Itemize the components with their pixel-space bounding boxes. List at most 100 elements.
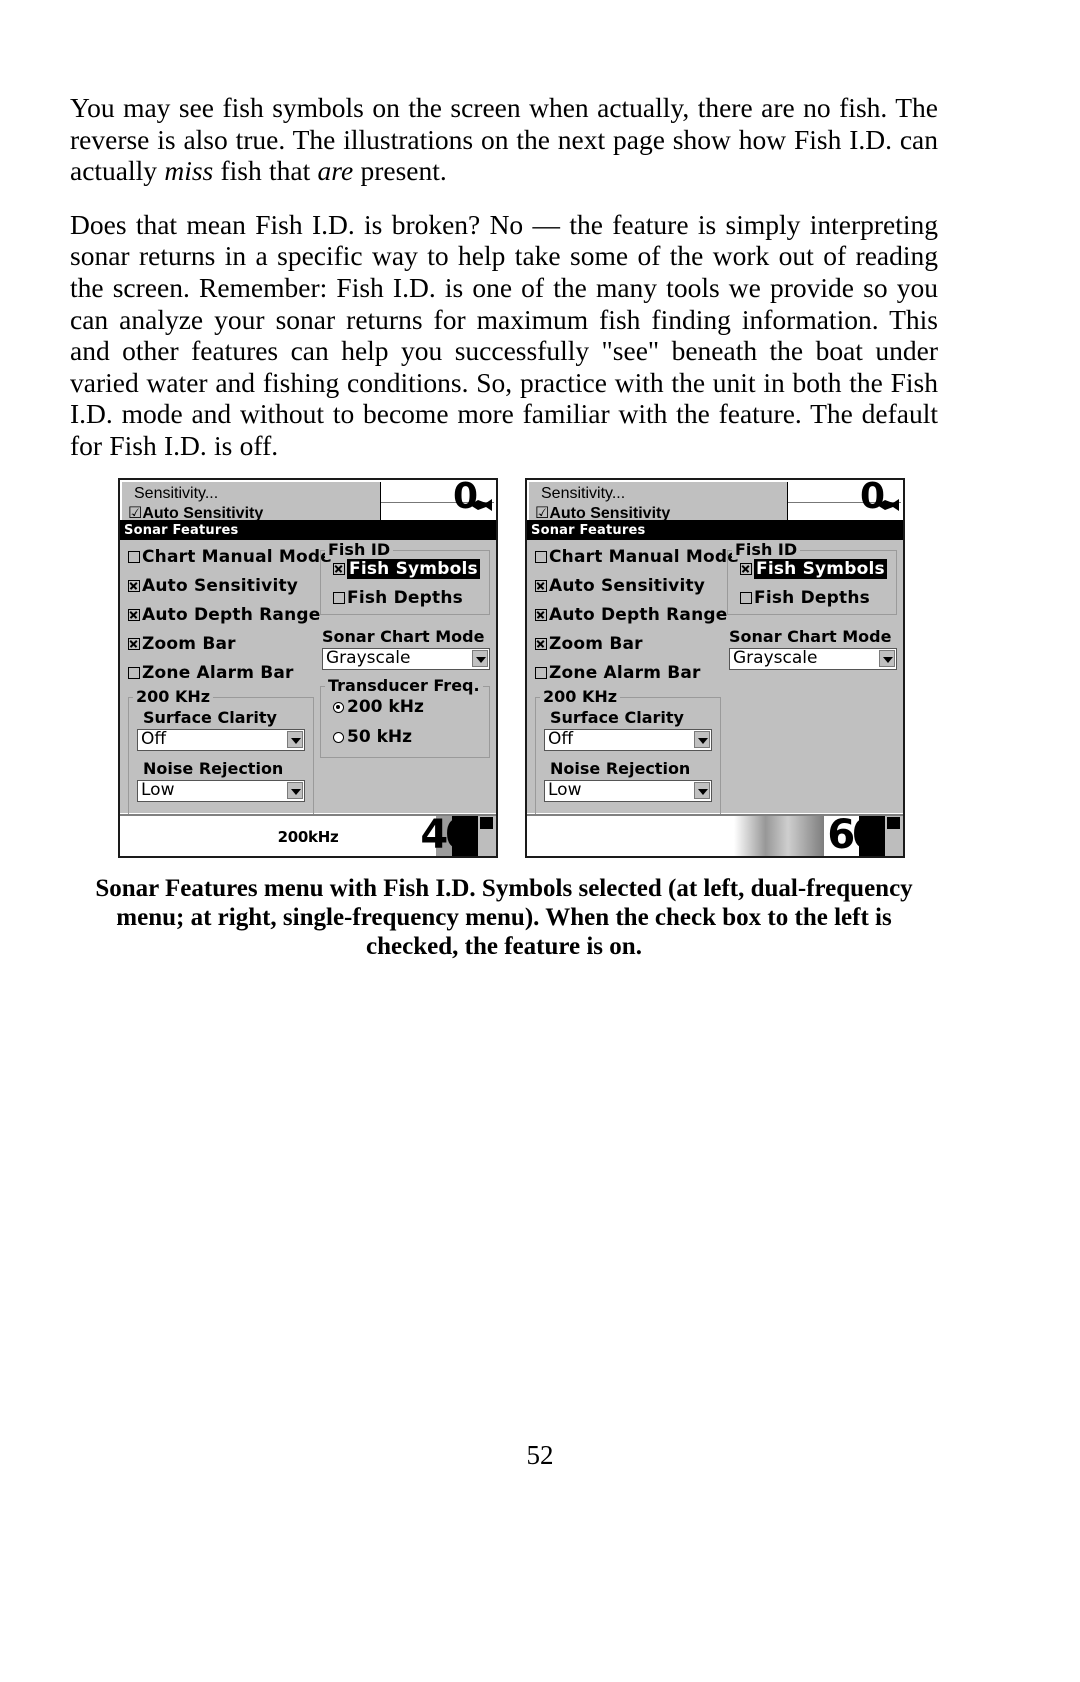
checkbox-auto-sensitivity-icon[interactable] bbox=[128, 580, 140, 592]
statusbar-right-column bbox=[885, 816, 903, 856]
document-page: You may see fish symbols on the screen w… bbox=[0, 0, 1080, 1682]
dialog-title-bar: Sonar Features bbox=[120, 521, 496, 540]
dropdown-noise-rejection[interactable]: Low bbox=[544, 780, 712, 802]
checkbox-row-fish-symbols[interactable]: Fish Symbols bbox=[740, 559, 888, 579]
chevron-down-icon[interactable] bbox=[472, 650, 488, 667]
checkbox-chart-manual-mode-icon[interactable] bbox=[128, 551, 140, 563]
paragraph-2: Does that mean Fish I.D. is broken? No —… bbox=[70, 208, 938, 461]
radio-label-50-khz: 50 kHz bbox=[347, 727, 413, 747]
background-menu-single: Sensitivity... ☑Auto Sensitivity bbox=[529, 482, 795, 525]
checkbox-row-zoom-bar[interactable]: Zoom Bar bbox=[535, 634, 721, 654]
checkbox-row-auto-sensitivity[interactable]: Auto Sensitivity bbox=[535, 576, 721, 596]
statusbar-depth-value: 40 bbox=[420, 814, 473, 856]
checkbox-row-auto-sensitivity[interactable]: Auto Sensitivity bbox=[128, 576, 314, 596]
checkbox-fish-symbols-icon[interactable] bbox=[740, 563, 752, 575]
checkbox-label-fish-depths: Fish Depths bbox=[754, 588, 870, 608]
checkbox-auto-depth-range-icon[interactable] bbox=[535, 609, 547, 621]
fish-icon bbox=[470, 499, 492, 511]
background-menu-dual: Sensitivity... ☑Auto Sensitivity bbox=[122, 482, 388, 525]
checkbox-auto-sensitivity-icon[interactable] bbox=[535, 580, 547, 592]
checkbox-label-fish-symbols: Fish Symbols bbox=[754, 559, 887, 579]
page-number: 52 bbox=[526, 1440, 554, 1470]
dialog-right-column: Fish ID Fish Symbols Fish Depths Sonar C… bbox=[727, 540, 897, 678]
checkbox-chart-manual-mode-icon[interactable] bbox=[535, 551, 547, 563]
checkbox-label-auto-depth-range: Auto Depth Range bbox=[549, 605, 728, 625]
checkbox-row-auto-depth-range[interactable]: Auto Depth Range bbox=[128, 605, 320, 625]
checkbox-zoom-bar-icon[interactable] bbox=[128, 638, 140, 650]
background-menu-item-sensitivity[interactable]: Sensitivity... bbox=[529, 482, 794, 504]
dropdown-sonar-chart-mode[interactable]: Grayscale bbox=[322, 648, 490, 670]
dropdown-noise-rejection[interactable]: Low bbox=[137, 780, 305, 802]
checkbox-fish-symbols-icon[interactable] bbox=[333, 563, 345, 575]
dropdown-value-surface-clarity: Off bbox=[548, 729, 574, 749]
checkbox-label-fish-depths: Fish Depths bbox=[347, 588, 463, 608]
chevron-down-icon[interactable] bbox=[879, 650, 895, 667]
group-title-200-khz: 200 KHz bbox=[540, 687, 621, 706]
body-text-column: You may see fish symbols on the screen w… bbox=[70, 92, 938, 462]
radio-row-50-khz[interactable]: 50 kHz bbox=[333, 727, 481, 747]
checkbox-row-zone-alarm-bar[interactable]: Zone Alarm Bar bbox=[128, 663, 314, 683]
radio-50-khz-icon[interactable] bbox=[333, 731, 344, 743]
depth-display-top-dual: 0 bbox=[380, 480, 494, 524]
chevron-down-icon[interactable] bbox=[694, 731, 710, 748]
checkbox-row-zone-alarm-bar[interactable]: Zone Alarm Bar bbox=[535, 663, 721, 683]
dropdown-value-sonar-chart-mode: Grayscale bbox=[733, 648, 818, 668]
paragraph-1-emphasis-are: are bbox=[317, 155, 354, 187]
label-noise-rejection: Noise Rejection bbox=[143, 759, 284, 778]
checkbox-auto-depth-range-icon[interactable] bbox=[128, 609, 140, 621]
figure-screenshots: Sensitivity... ☑Auto Sensitivity 0 Sonar… bbox=[70, 478, 938, 864]
group-transducer-freq: Transducer Freq. 200 kHz 50 kHz bbox=[320, 676, 490, 758]
background-menu-item-sensitivity[interactable]: Sensitivity... bbox=[122, 482, 387, 504]
checkbox-row-fish-depths[interactable]: Fish Depths bbox=[740, 588, 888, 608]
dialog-title-bar: Sonar Features bbox=[527, 521, 903, 540]
dialog-body: Chart Manual Mode Auto Sensitivity Auto … bbox=[120, 540, 496, 821]
checkbox-row-chart-manual-mode[interactable]: Chart Manual Mode bbox=[128, 547, 332, 567]
checkbox-label-auto-sensitivity: Auto Sensitivity bbox=[549, 576, 706, 596]
dialog-left-column: Chart Manual Mode Auto Sensitivity Auto … bbox=[128, 547, 332, 819]
checkbox-fish-depths-icon[interactable] bbox=[740, 592, 752, 604]
group-200-khz: 200 KHz Surface Clarity Off Noise Reject… bbox=[128, 687, 314, 819]
checkbox-fish-depths-icon[interactable] bbox=[333, 592, 345, 604]
dialog-left-column: Chart Manual Mode Auto Sensitivity Auto … bbox=[535, 547, 739, 819]
radio-label-200-khz: 200 kHz bbox=[347, 697, 424, 717]
checkbox-label-chart-manual-mode: Chart Manual Mode bbox=[142, 547, 332, 567]
statusbar-depth-value: 60 bbox=[827, 814, 880, 856]
label-sonar-chart-mode: Sonar Chart Mode bbox=[729, 627, 892, 646]
radio-row-200-khz[interactable]: 200 kHz bbox=[333, 697, 481, 717]
checkbox-label-zone-alarm-bar: Zone Alarm Bar bbox=[142, 663, 294, 683]
checkbox-row-fish-depths[interactable]: Fish Depths bbox=[333, 588, 481, 608]
checkbox-label-zoom-bar: Zoom Bar bbox=[142, 634, 236, 654]
dropdown-sonar-chart-mode[interactable]: Grayscale bbox=[729, 648, 897, 670]
dialog-body: Chart Manual Mode Auto Sensitivity Auto … bbox=[527, 540, 903, 821]
label-surface-clarity: Surface Clarity bbox=[550, 708, 684, 727]
checkbox-label-fish-symbols: Fish Symbols bbox=[347, 559, 480, 579]
checkbox-row-zoom-bar[interactable]: Zoom Bar bbox=[128, 634, 314, 654]
dropdown-surface-clarity[interactable]: Off bbox=[137, 729, 305, 751]
radio-200-khz-icon[interactable] bbox=[333, 701, 344, 713]
checkbox-row-auto-depth-range[interactable]: Auto Depth Range bbox=[535, 605, 727, 625]
dropdown-surface-clarity[interactable]: Off bbox=[544, 729, 712, 751]
chevron-down-icon[interactable] bbox=[694, 782, 710, 799]
checkbox-label-zoom-bar: Zoom Bar bbox=[549, 634, 643, 654]
group-title-200-khz: 200 KHz bbox=[133, 687, 214, 706]
checkbox-row-chart-manual-mode[interactable]: Chart Manual Mode bbox=[535, 547, 739, 567]
chevron-down-icon[interactable] bbox=[287, 731, 303, 748]
group-title-fish-id: Fish ID bbox=[325, 540, 394, 559]
checkbox-zone-alarm-bar-icon[interactable] bbox=[535, 667, 547, 679]
figure-caption: Sonar Features menu with Fish I.D. Symbo… bbox=[95, 875, 913, 960]
paragraph-1-part-c: present. bbox=[353, 155, 447, 187]
group-title-fish-id: Fish ID bbox=[732, 540, 801, 559]
checkbox-zone-alarm-bar-icon[interactable] bbox=[128, 667, 140, 679]
group-fish-id: Fish ID Fish Symbols Fish Depths bbox=[320, 540, 490, 615]
figure-sonar-features: Sensitivity... ☑Auto Sensitivity 0 Sonar… bbox=[70, 478, 938, 961]
sonar-screen-dual-frequency: Sensitivity... ☑Auto Sensitivity 0 Sonar… bbox=[118, 478, 498, 858]
checkbox-row-fish-symbols[interactable]: Fish Symbols bbox=[333, 559, 481, 579]
group-200-khz: 200 KHz Surface Clarity Off Noise Reject… bbox=[535, 687, 721, 819]
statusbar-right-column bbox=[478, 816, 496, 856]
dialog-right-column: Fish ID Fish Symbols Fish Depths Sonar C… bbox=[320, 540, 490, 758]
checkbox-label-auto-sensitivity: Auto Sensitivity bbox=[142, 576, 299, 596]
chevron-down-icon[interactable] bbox=[287, 782, 303, 799]
checkbox-label-chart-manual-mode: Chart Manual Mode bbox=[549, 547, 739, 567]
label-surface-clarity: Surface Clarity bbox=[143, 708, 277, 727]
checkbox-zoom-bar-icon[interactable] bbox=[535, 638, 547, 650]
